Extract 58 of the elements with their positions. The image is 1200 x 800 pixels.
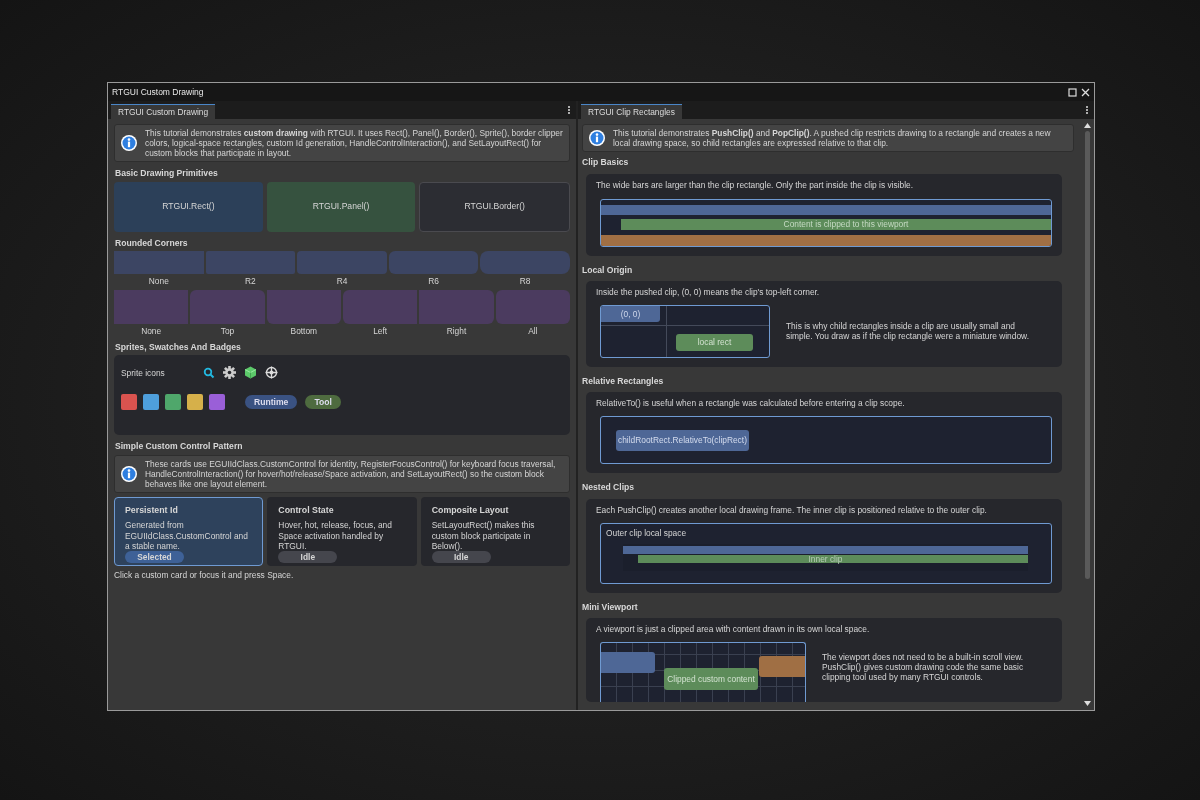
local-rect: local rect: [676, 333, 753, 351]
section-heading: Sprites, Swatches And Badges: [115, 342, 242, 353]
card-text: Hover, hot, release, focus, and Space activation handled by RTGUI.: [278, 520, 393, 551]
hint-text: Click a custom card or focus it and press Space.: [114, 569, 295, 580]
tab[interactable]: RTGUI Custom Drawing: [111, 104, 216, 119]
origin-rect: (0, 0): [601, 305, 660, 322]
section-caption: A viewport is just a clipped area with content drawn in its own local space.: [596, 624, 871, 635]
section-heading: Mini Viewport: [582, 601, 639, 613]
card-title: Control State: [278, 504, 335, 516]
custom-card[interactable]: Composite Layout SetLayoutRect() makes this custom block participate in Below(). Idle: [420, 496, 570, 566]
status-pill: Idle: [278, 550, 338, 563]
corner-label: All: [528, 325, 538, 336]
section-heading: Relative Rectangles: [582, 375, 665, 387]
rect-sample: RTGUI.Rect(): [114, 181, 263, 232]
status-pill: Selected: [125, 550, 184, 563]
window-title: RTGUI Custom Drawing: [112, 86, 204, 98]
corner-label: R2: [245, 275, 256, 286]
section-heading: Clip Basics: [582, 157, 630, 168]
section-heading: Basic Drawing Primitives: [115, 168, 219, 179]
info-text: These cards use EGUIIdClass.CustomControl for identity, RegisterFocusControl() for keyboard focus traversal, HandleControlInteraction() for hover/hot/release/Space activation, and SetLayoutRect() so the custom block behaves like one layout element.: [145, 458, 557, 489]
card-text: Generated from EGUIIdClass.CustomControl and a stable name.: [125, 520, 249, 551]
panel-sample: RTGUI.Panel(): [266, 181, 416, 232]
viewport-rect: Clipped custom content: [664, 668, 758, 691]
custom-card[interactable]: Persistent Id Generated from EGUIIdClass.CustomControl and a stable name. Selected: [114, 496, 264, 566]
corner-label: R4: [336, 275, 348, 286]
corner-label: R8: [519, 275, 531, 286]
status-pill: Idle: [431, 550, 491, 563]
card-text: SetLayoutRect() makes this custom block participate in Below().: [431, 520, 536, 551]
section-caption: Each PushClip() creates another local drawing frame. The inner clip is positioned relative to the outer clip.: [596, 504, 988, 515]
border-sample: RTGUI.Border(): [419, 181, 570, 232]
corner-label: Top: [220, 325, 235, 336]
tab[interactable]: RTGUI Clip Rectangles: [581, 104, 682, 119]
sprite-label: Sprite icons: [121, 367, 166, 378]
corner-label: R6: [428, 275, 439, 286]
section-heading: Rounded Corners: [115, 237, 189, 248]
corner-label: Bottom: [290, 325, 318, 336]
card-title: Composite Layout: [431, 504, 510, 516]
clipped-bar: Content is clipped to this viewport: [621, 218, 1051, 230]
custom-card[interactable]: Control State Hover, hot, release, focus, and Space activation handled by RTGUI. Idle: [267, 496, 417, 566]
info-text: This tutorial demonstrates custom drawing with RTGUI. It uses Rect(), Panel(), Border(), Sprite(), border clipper colors, logical-space rectangles, custom Id generation, HandleControlInteraction(), and SetLayoutRect() for custom blocks that participate in layout.: [145, 128, 563, 159]
tag: Runtime: [245, 395, 298, 410]
corner-label: None: [148, 275, 169, 286]
info-text: This tutorial demonstrates PushClip() and PopClip(). A pushed clip restricts drawing to a rectangle and creates a new local drawing space, so child rectangles are expressed relative to that clip.: [613, 128, 1052, 149]
section-caption: Inside the pushed clip, (0, 0) means the clip's top-left corner.: [596, 286, 821, 297]
outer-clip-label: Outer clip local space: [606, 527, 687, 538]
section-caption: The wide bars are larger than the clip rectangle. Only the part inside the clip is visible.: [596, 180, 914, 191]
corner-label: Right: [446, 325, 467, 336]
corner-label: None: [141, 325, 162, 336]
card-title: Persistent Id: [125, 504, 179, 516]
explanation-text: The viewport does not need to be a built-in scroll view. PushClip() gives custom drawing code the same basic clipping tool used by many RTGUI controls.: [822, 652, 1025, 683]
relative-rect: childRootRect.RelativeTo(clipRect): [616, 430, 749, 452]
explanation-text: This is why child rectangles inside a clip are usually small and simple. You draw as if the clip rectangle were a miniature window.: [786, 321, 1030, 342]
section-caption: RelativeTo() is useful when a rectangle was calculated before entering a clip scope.: [596, 398, 906, 409]
corner-label: Left: [373, 325, 388, 336]
section-heading: Local Origin: [582, 264, 634, 275]
tag: Tool: [305, 395, 341, 410]
section-heading: Nested Clips: [582, 482, 636, 493]
section-heading: Simple Custom Control Pattern: [115, 441, 244, 452]
